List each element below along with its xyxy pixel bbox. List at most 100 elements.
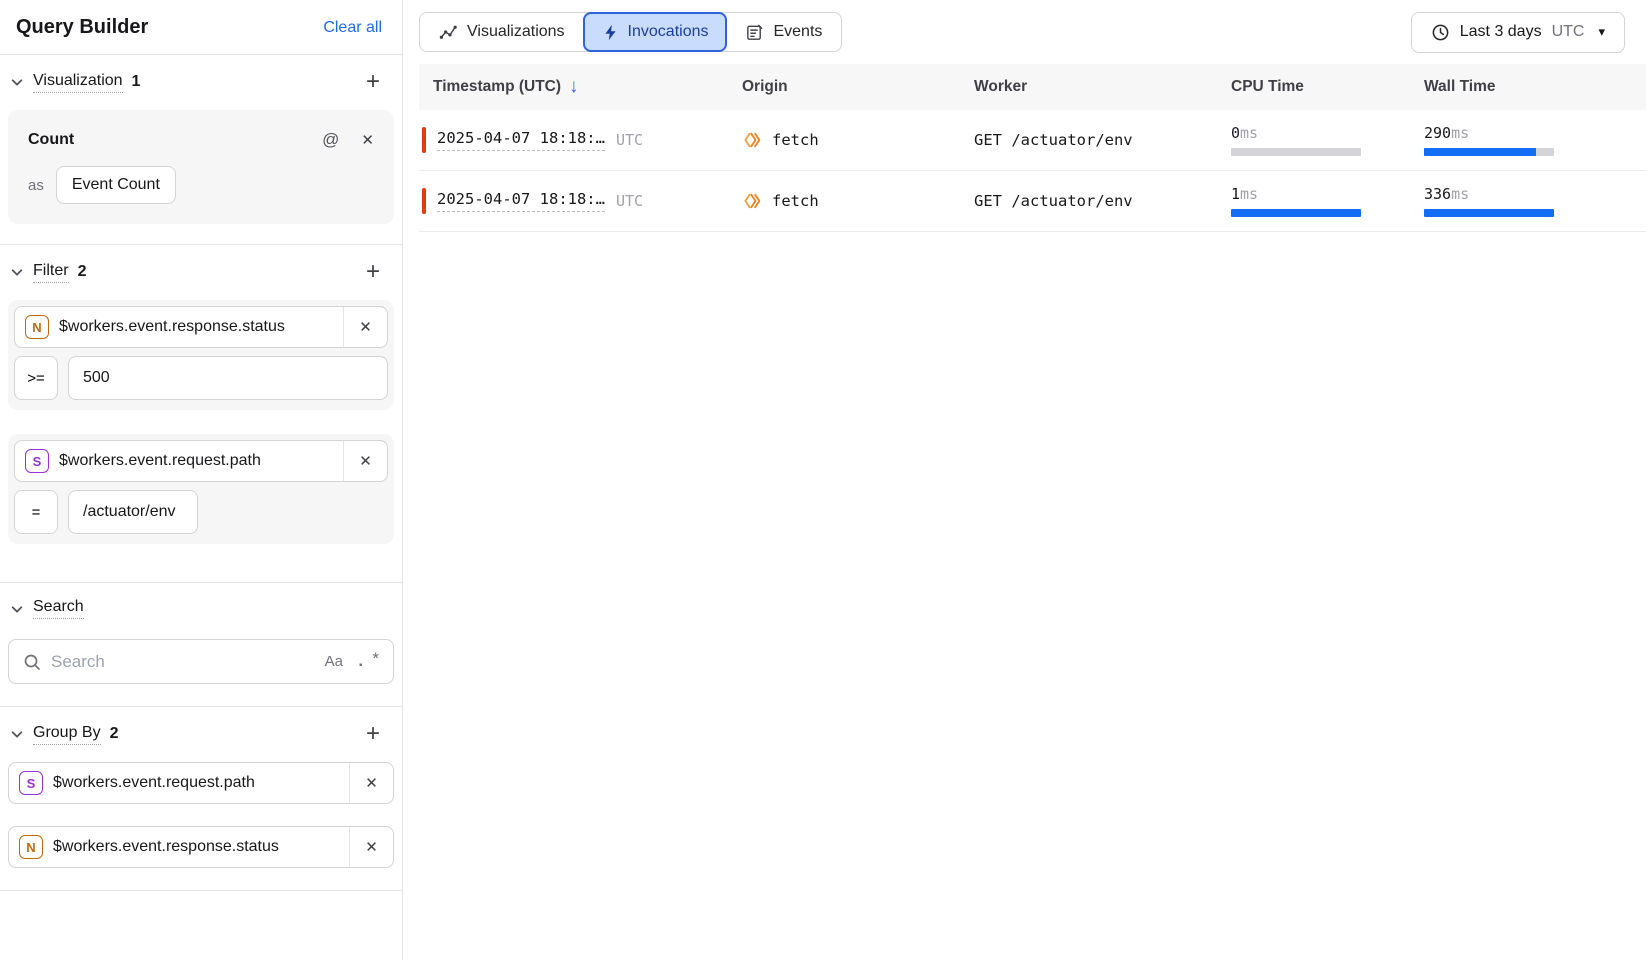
origin-cell: fetch bbox=[742, 191, 974, 211]
filter-count: 2 bbox=[78, 263, 87, 281]
add-visualization-button[interactable]: + bbox=[366, 70, 380, 94]
alias-at-icon[interactable]: @ bbox=[322, 130, 339, 150]
filter-section-header: Filter 2 + bbox=[0, 245, 402, 294]
visualization-count: 1 bbox=[132, 73, 141, 91]
chevron-down-icon[interactable] bbox=[10, 602, 24, 616]
column-header-timestamp[interactable]: Timestamp (UTC) ↓ bbox=[419, 76, 742, 98]
invocation-row[interactable]: 2025-04-07 18:18:… UTC fetch GET /actuat… bbox=[419, 110, 1646, 171]
remove-group-by-icon[interactable]: ✕ bbox=[349, 763, 393, 803]
remove-filter-icon[interactable]: ✕ bbox=[343, 441, 387, 481]
group-by-count: 2 bbox=[110, 725, 119, 743]
cpu-time-bar bbox=[1231, 148, 1361, 156]
clock-icon bbox=[1431, 23, 1450, 42]
chevron-down-icon[interactable] bbox=[10, 265, 24, 279]
remove-filter-icon[interactable]: ✕ bbox=[343, 307, 387, 347]
caret-down-icon: ▾ bbox=[1598, 24, 1605, 40]
filter-card: S $workers.event.request.path ✕ = bbox=[8, 434, 394, 544]
query-builder-sidebar: Query Builder Clear all Visualization 1 … bbox=[0, 0, 403, 960]
group-by-field-row[interactable]: N $workers.event.response.status ✕ bbox=[8, 826, 394, 868]
worker-cell: GET /actuator/env bbox=[974, 131, 1231, 149]
time-range-timezone: UTC bbox=[1552, 23, 1585, 41]
invocation-row[interactable]: 2025-04-07 18:18:… UTC fetch GET /actuat… bbox=[419, 171, 1646, 232]
error-indicator-bar bbox=[422, 188, 426, 214]
sidebar-header: Query Builder Clear all bbox=[0, 0, 402, 55]
timestamp-cell: 2025-04-07 18:18:… UTC bbox=[419, 127, 742, 153]
table-header-row: Timestamp (UTC) ↓ Origin Worker CPU Time… bbox=[419, 64, 1646, 110]
filter-field-name: $workers.event.request.path bbox=[59, 452, 261, 470]
results-panel: Visualizations Invocations Events bbox=[403, 0, 1646, 960]
column-header-origin: Origin bbox=[742, 78, 974, 96]
remove-group-by-icon[interactable]: ✕ bbox=[349, 827, 393, 867]
search-input[interactable] bbox=[51, 652, 315, 672]
column-header-cpu-time: CPU Time bbox=[1231, 78, 1424, 96]
add-group-by-button[interactable]: + bbox=[366, 722, 380, 746]
chevron-down-icon[interactable] bbox=[10, 75, 24, 89]
wall-time-value: 290 bbox=[1424, 124, 1451, 142]
visualization-metric: Count bbox=[28, 131, 74, 149]
tab-visualizations[interactable]: Visualizations bbox=[420, 13, 584, 51]
cpu-time-cell: 1ms bbox=[1231, 185, 1361, 217]
wall-time-value: 336 bbox=[1424, 185, 1451, 203]
filter-value-input[interactable] bbox=[68, 356, 388, 400]
wall-time-bar bbox=[1424, 148, 1554, 156]
group-by-field-row[interactable]: S $workers.event.request.path ✕ bbox=[8, 762, 394, 804]
search-icon bbox=[23, 653, 41, 671]
filter-operator-button[interactable]: = bbox=[14, 490, 58, 534]
regex-icon: ▪ bbox=[359, 661, 363, 671]
timestamp-value[interactable]: 2025-04-07 18:18:… bbox=[437, 190, 605, 212]
column-header-worker: Worker bbox=[974, 78, 1231, 96]
filter-field-row[interactable]: S $workers.event.request.path ✕ bbox=[14, 440, 388, 482]
timestamp-timezone: UTC bbox=[616, 192, 643, 210]
cpu-time-cell: 0ms bbox=[1231, 124, 1361, 156]
tab-events[interactable]: Events bbox=[726, 13, 841, 51]
as-label: as bbox=[28, 177, 44, 194]
remove-visualization-icon[interactable]: ✕ bbox=[361, 131, 374, 149]
field-type-badge: S bbox=[25, 449, 49, 473]
filter-list: N $workers.event.response.status ✕ >= S … bbox=[0, 300, 402, 582]
timestamp-value[interactable]: 2025-04-07 18:18:… bbox=[437, 129, 605, 151]
group-by-section-header: Group By 2 + bbox=[0, 707, 402, 756]
add-filter-button[interactable]: + bbox=[366, 260, 380, 284]
wall-time-cell: 336ms bbox=[1424, 185, 1554, 217]
regex-toggle[interactable]: ▪ * bbox=[359, 653, 379, 671]
filter-field-name: $workers.event.response.status bbox=[59, 318, 285, 336]
search-section-header: Search bbox=[0, 583, 402, 629]
group-by-list: S $workers.event.request.path ✕ N $worke… bbox=[0, 762, 402, 868]
results-toolbar: Visualizations Invocations Events bbox=[403, 0, 1646, 64]
cpu-time-bar bbox=[1231, 209, 1361, 217]
tab-invocations[interactable]: Invocations bbox=[583, 12, 728, 52]
page-title: Query Builder bbox=[16, 16, 148, 39]
line-chart-icon bbox=[439, 23, 458, 42]
filter-field-row[interactable]: N $workers.event.response.status ✕ bbox=[14, 306, 388, 348]
event-log-icon bbox=[745, 23, 764, 42]
visualization-card: Count @ ✕ as Event Count bbox=[8, 110, 394, 224]
timestamp-timezone: UTC bbox=[616, 131, 643, 149]
clear-all-link[interactable]: Clear all bbox=[323, 19, 382, 37]
field-type-badge: S bbox=[19, 771, 43, 795]
visualization-alias-button[interactable]: Event Count bbox=[56, 166, 176, 204]
cpu-time-value: 1 bbox=[1231, 185, 1240, 203]
wall-time-bar bbox=[1424, 209, 1554, 217]
filter-card: N $workers.event.response.status ✕ >= bbox=[8, 300, 394, 410]
filter-value-input[interactable] bbox=[68, 490, 198, 534]
filter-section-label: Filter bbox=[33, 262, 69, 283]
worker-cell: GET /actuator/env bbox=[974, 192, 1231, 210]
visualization-section-label: Visualization bbox=[33, 72, 123, 93]
search-section-label: Search bbox=[33, 598, 84, 619]
time-range-dropdown[interactable]: Last 3 days UTC ▾ bbox=[1411, 12, 1625, 53]
origin-value: fetch bbox=[772, 192, 819, 210]
workers-observability-app: Query Builder Clear all Visualization 1 … bbox=[0, 0, 1646, 960]
cpu-time-value: 0 bbox=[1231, 124, 1240, 142]
chevron-down-icon[interactable] bbox=[10, 727, 24, 741]
section-divider bbox=[0, 890, 402, 891]
error-indicator-bar bbox=[422, 127, 426, 153]
sort-descending-icon: ↓ bbox=[569, 76, 579, 98]
time-range-label: Last 3 days bbox=[1460, 23, 1542, 41]
search-box: Aa ▪ * bbox=[8, 639, 394, 684]
case-sensitive-toggle[interactable]: Aa bbox=[325, 653, 343, 670]
column-header-wall-time: Wall Time bbox=[1424, 78, 1646, 96]
lightning-bolt-icon bbox=[602, 24, 619, 41]
group-by-section-label: Group By bbox=[33, 724, 101, 745]
filter-operator-button[interactable]: >= bbox=[14, 356, 58, 400]
origin-cell: fetch bbox=[742, 130, 974, 150]
